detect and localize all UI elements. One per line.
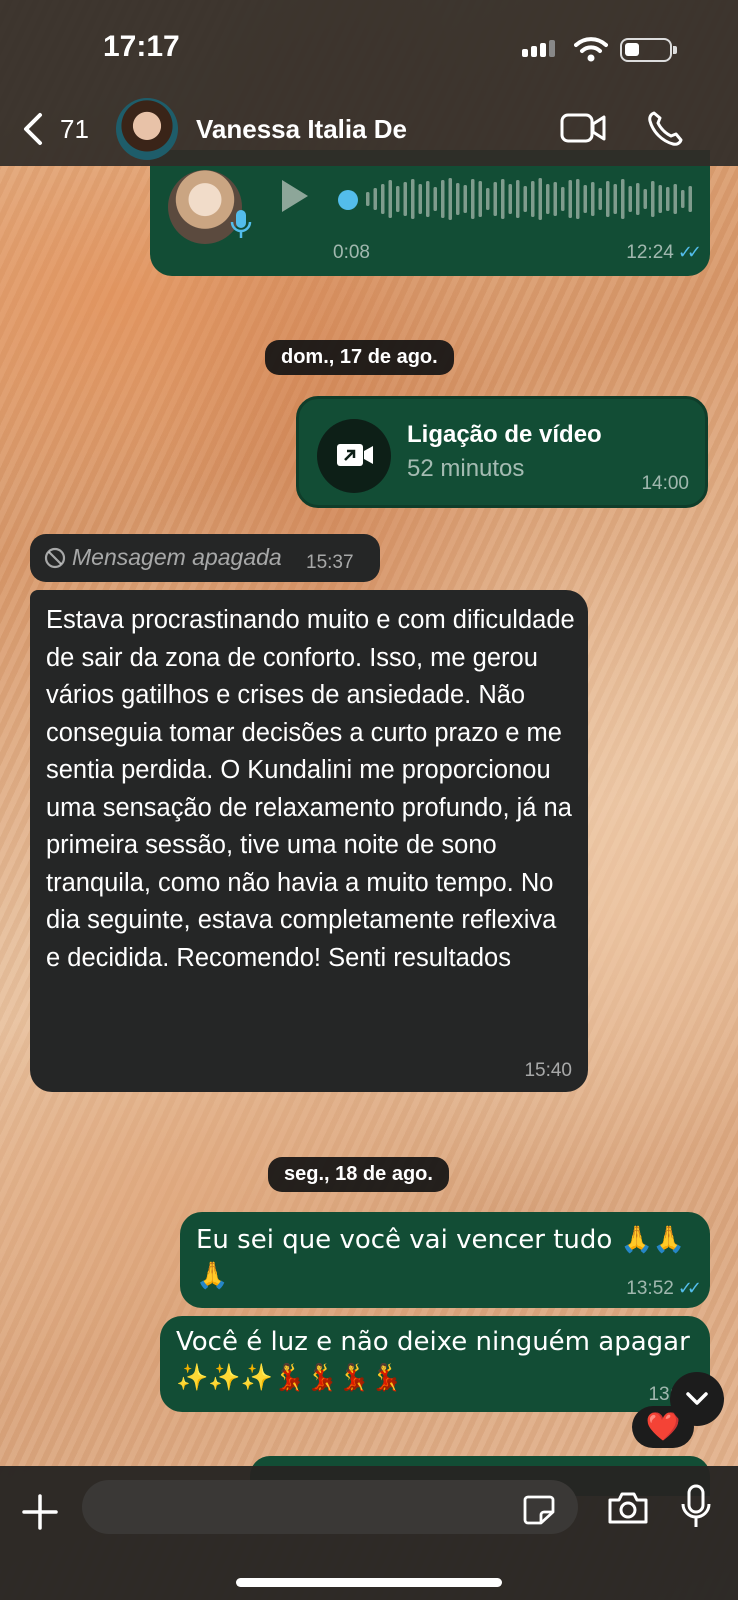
waveform-bar <box>478 181 482 217</box>
outgoing-video-call-icon <box>337 444 373 466</box>
sticker-icon[interactable] <box>522 1494 556 1526</box>
waveform-bar <box>681 190 685 208</box>
outgoing-message-bubble[interactable]: Você é luz e não deixe ninguém apagar ✨✨… <box>160 1316 710 1412</box>
voice-message-bubble[interactable]: 0:08 12:24 ✓✓ <box>150 150 710 276</box>
waveform-bar <box>651 181 655 217</box>
message-text: Estava procrastinando muito e com dificu… <box>46 606 575 972</box>
waveform-bar <box>673 184 677 214</box>
home-indicator <box>236 1578 502 1587</box>
status-time: 17:17 <box>103 30 180 63</box>
waveform-bar <box>583 185 587 213</box>
waveform-bar <box>621 179 625 219</box>
waveform-bar <box>366 192 370 206</box>
waveform-bar <box>426 181 430 217</box>
waveform-bar <box>666 187 670 211</box>
read-ticks-icon: ✓✓ <box>677 242 702 262</box>
message-time: 15:40 <box>524 1060 572 1081</box>
unread-count[interactable]: 71 <box>60 114 89 145</box>
waveform-bar <box>388 180 392 218</box>
message-time: 15:37 <box>306 552 354 573</box>
waveform-bar <box>658 185 662 213</box>
call-duration: 52 minutos <box>407 455 525 482</box>
phone-icon[interactable] <box>646 110 684 148</box>
composer-bar <box>0 1466 738 1600</box>
waveform-bar <box>606 181 610 217</box>
waveform-bar <box>568 180 572 218</box>
outgoing-message-bubble[interactable]: Eu sei que você vai vencer tudo 🙏🙏🙏 13:5… <box>180 1212 710 1308</box>
waveform-bar <box>636 183 640 215</box>
video-call-bubble[interactable]: Ligação de vídeo 52 minutos 14:00 <box>296 396 708 508</box>
read-ticks-icon: ✓✓ <box>677 1278 702 1298</box>
contact-avatar[interactable] <box>116 98 178 160</box>
waveform-bar <box>561 187 565 211</box>
waveform-bar <box>613 184 617 214</box>
wifi-icon <box>574 37 608 62</box>
voice-duration: 0:08 <box>333 242 370 263</box>
deleted-icon <box>44 547 66 569</box>
waveform-bar <box>486 188 490 210</box>
chevron-down-icon <box>686 1392 708 1405</box>
waveform-bar <box>538 178 542 220</box>
waveform-bar <box>628 186 632 212</box>
waveform-bar <box>463 185 467 213</box>
waveform-bar <box>411 179 415 219</box>
date-separator: seg., 18 de ago. <box>268 1157 449 1192</box>
call-title: Ligação de vídeo <box>407 421 602 448</box>
date-separator: dom., 17 de ago. <box>265 340 454 375</box>
waveform-bar <box>418 184 422 214</box>
contact-name[interactable]: Vanessa Italia De <box>196 114 407 145</box>
mic-icon <box>230 210 252 238</box>
waveform-bar <box>373 188 377 210</box>
waveform-bar <box>471 179 475 219</box>
waveform-bar <box>591 182 595 216</box>
waveform-bar <box>403 182 407 216</box>
camera-icon[interactable] <box>606 1490 650 1526</box>
message-text: Você é luz e não deixe ninguém apagar ✨✨… <box>176 1327 690 1393</box>
deleted-message-text: Mensagem apagada <box>72 544 282 570</box>
waveform-bar <box>396 186 400 212</box>
waveform-bar <box>576 179 580 219</box>
waveform-bar <box>546 184 550 214</box>
waveform-bar <box>598 188 602 210</box>
waveform-bar <box>448 178 452 220</box>
play-icon[interactable] <box>282 180 308 212</box>
battery-icon <box>620 38 677 62</box>
scroll-to-bottom-button[interactable] <box>670 1372 724 1426</box>
waveform-bar <box>508 184 512 214</box>
waveform-bar <box>688 186 692 212</box>
deleted-message-bubble[interactable]: Mensagem apagada 15:37 <box>30 534 380 582</box>
plus-icon[interactable] <box>20 1492 60 1532</box>
playback-position-dot[interactable] <box>338 190 358 210</box>
header-bar: 17:17 71 Vanessa Italia De <box>0 0 738 166</box>
waveform-bar <box>493 182 497 216</box>
waveform-bar <box>523 186 527 212</box>
waveform-bar <box>516 180 520 218</box>
message-text: Eu sei que você vai vencer tudo 🙏🙏🙏 <box>196 1225 686 1291</box>
back-chevron-icon[interactable] <box>18 112 48 146</box>
waveform-bar <box>643 189 647 209</box>
video-call-icon[interactable] <box>560 112 606 144</box>
waveform-bar <box>501 179 505 219</box>
waveform[interactable] <box>366 176 696 222</box>
waveform-bar <box>553 182 557 216</box>
incoming-message-bubble[interactable]: Estava procrastinando muito e com dificu… <box>30 590 588 1092</box>
waveform-bar <box>531 181 535 217</box>
waveform-bar <box>381 184 385 214</box>
message-time: 14:00 <box>641 473 689 494</box>
cellular-signal-icon <box>522 40 555 57</box>
message-input[interactable] <box>82 1480 578 1534</box>
message-time: 12:24 ✓✓ <box>626 242 702 263</box>
waveform-bar <box>441 180 445 218</box>
waveform-bar <box>433 187 437 211</box>
mic-icon[interactable] <box>680 1484 712 1530</box>
waveform-bar <box>456 183 460 215</box>
message-time: 13:52 ✓✓ <box>626 1278 702 1299</box>
